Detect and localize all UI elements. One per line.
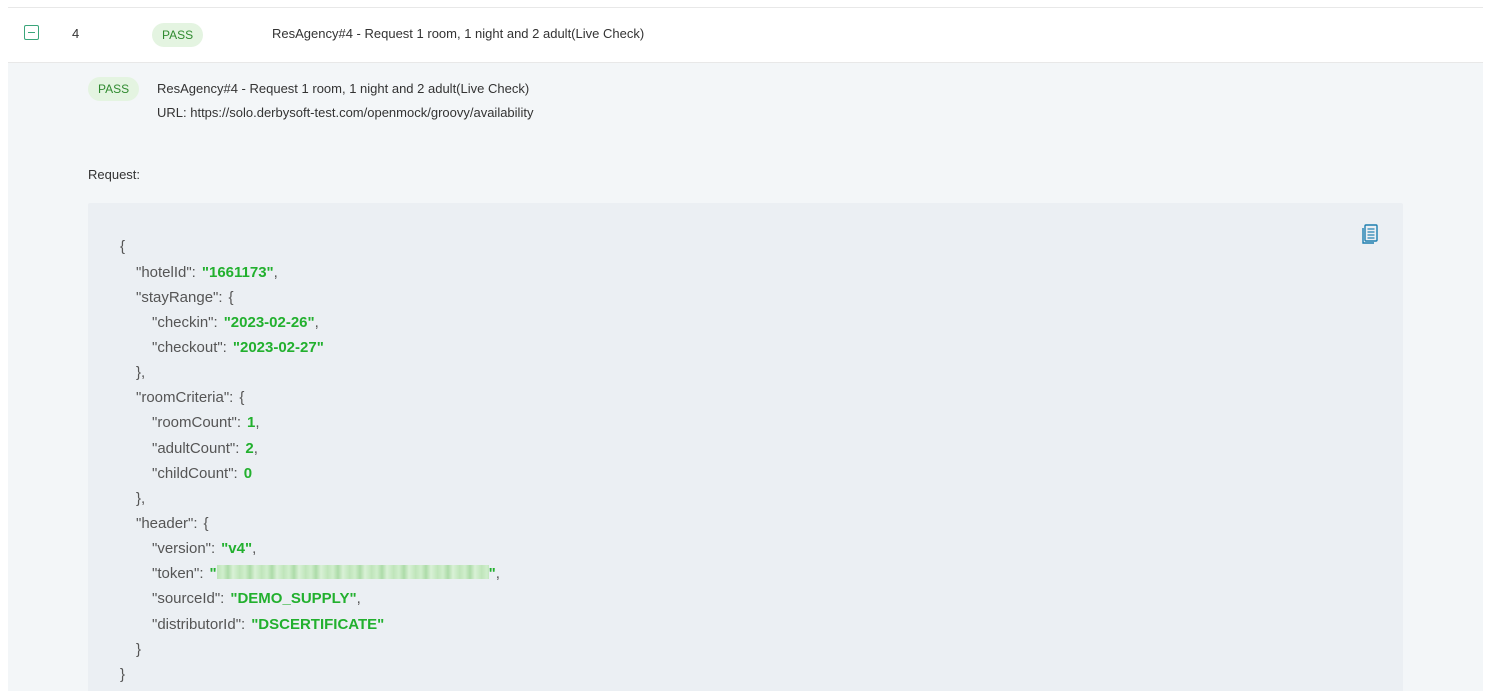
json-brace: } bbox=[120, 666, 126, 683]
json-line: "hotelId": "1661173", bbox=[136, 263, 278, 283]
expanded-row-detail: PASS ResAgency#4 - Request 1 room, 1 nig… bbox=[8, 63, 1483, 691]
minus-square-icon bbox=[28, 32, 35, 33]
json-key: "distributorId": bbox=[152, 616, 246, 633]
json-key: "header": bbox=[136, 515, 198, 532]
json-key: "checkin": bbox=[152, 314, 218, 331]
json-brace: } bbox=[136, 641, 142, 658]
detail-url: URL: https://solo.derbysoft-test.com/ope… bbox=[157, 105, 534, 120]
json-key: "token": bbox=[152, 565, 204, 582]
test-result-page: 4 PASS ResAgency#4 - Request 1 room, 1 n… bbox=[0, 0, 1490, 691]
request-label: Request: bbox=[88, 167, 141, 182]
json-line: "version": "v4", bbox=[152, 539, 256, 559]
json-line: "adultCount": 2, bbox=[152, 439, 258, 459]
json-brace: { bbox=[203, 515, 209, 532]
request-json-block: { "hotelId": "1661173", "stayRange": { "ch… bbox=[88, 203, 1403, 691]
json-line: "checkout": "2023-02-27" bbox=[152, 338, 324, 358]
json-key: "stayRange": bbox=[136, 289, 223, 306]
json-value: 0 bbox=[243, 465, 253, 482]
row-title: ResAgency#4 - Request 1 room, 1 night an… bbox=[272, 26, 645, 41]
json-comma: , bbox=[252, 540, 257, 557]
json-line: "roomCriteria": { bbox=[136, 388, 244, 408]
json-comma: , bbox=[253, 440, 258, 457]
json-line: "sourceId": "DEMO_SUPPLY", bbox=[152, 589, 361, 609]
json-value: "DSCERTIFICATE" bbox=[251, 616, 385, 633]
json-line: "childCount": 0 bbox=[152, 464, 252, 484]
status-badge: PASS bbox=[152, 23, 204, 47]
json-key: "childCount": bbox=[152, 465, 238, 482]
json-comma: , bbox=[356, 590, 361, 607]
json-value: "2023-02-26" bbox=[223, 314, 315, 331]
json-value: "2023-02-27" bbox=[232, 339, 324, 356]
json-brace: { bbox=[120, 238, 126, 255]
json-comma: , bbox=[273, 264, 278, 281]
json-line: }, bbox=[136, 489, 145, 509]
json-line: { bbox=[120, 237, 125, 257]
json-comma: , bbox=[495, 565, 500, 582]
json-key: "checkout": bbox=[152, 339, 227, 356]
json-line: "header": { bbox=[136, 514, 209, 534]
detail-status-badge: PASS bbox=[88, 77, 140, 101]
json-line: "roomCount": 1, bbox=[152, 413, 260, 433]
json-comma: , bbox=[314, 314, 319, 331]
json-brace: }, bbox=[136, 490, 146, 507]
json-brace: { bbox=[239, 389, 245, 406]
json-brace: }, bbox=[136, 364, 146, 381]
json-value: " bbox=[209, 565, 217, 582]
json-value: 2 bbox=[245, 440, 254, 457]
json-key: "roomCount": bbox=[152, 414, 242, 431]
json-key: "roomCriteria": bbox=[136, 389, 234, 406]
redacted-token bbox=[216, 565, 489, 579]
json-value: "1661173" bbox=[201, 264, 274, 281]
json-key: "hotelId": bbox=[136, 264, 196, 281]
collapse-toggle-button[interactable] bbox=[24, 25, 39, 40]
json-line: "checkin": "2023-02-26", bbox=[152, 313, 319, 333]
json-value: "v4" bbox=[221, 540, 253, 557]
json-line: } bbox=[120, 665, 125, 685]
json-key: "version": bbox=[152, 540, 216, 557]
json-value: "DEMO_SUPPLY" bbox=[230, 590, 357, 607]
json-line: "token": " ", bbox=[152, 564, 500, 584]
json-comma: , bbox=[255, 414, 260, 431]
json-key: "adultCount": bbox=[152, 440, 240, 457]
json-key: "sourceId": bbox=[152, 590, 225, 607]
json-line: } bbox=[136, 640, 141, 660]
copy-icon[interactable] bbox=[1362, 224, 1378, 244]
table-row: 4 PASS ResAgency#4 - Request 1 room, 1 n… bbox=[8, 8, 1483, 63]
json-line: "distributorId": "DSCERTIFICATE" bbox=[152, 615, 384, 635]
json-brace: { bbox=[228, 289, 234, 306]
detail-title: ResAgency#4 - Request 1 room, 1 night an… bbox=[157, 81, 530, 96]
json-line: }, bbox=[136, 363, 145, 383]
json-line: "stayRange": { bbox=[136, 288, 234, 308]
row-index: 4 bbox=[72, 26, 80, 41]
json-value: " bbox=[488, 565, 496, 582]
